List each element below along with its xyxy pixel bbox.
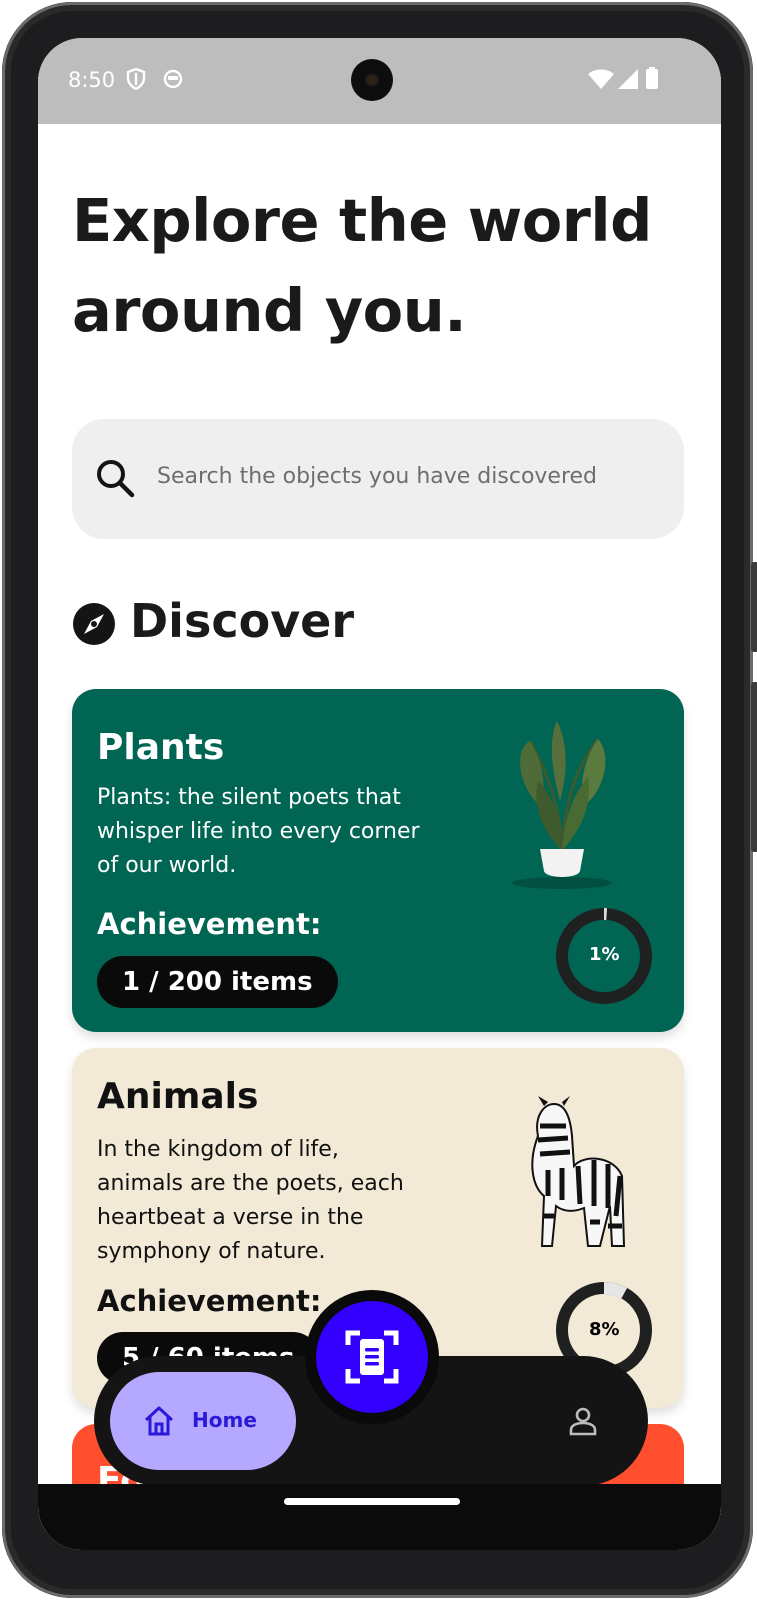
section-title: Discover (130, 594, 355, 648)
progress-percent: 8% (589, 1319, 620, 1340)
shield-icon (126, 68, 146, 90)
gesture-bar-area (38, 1484, 721, 1550)
volume-button (751, 562, 757, 652)
debug-icon (163, 69, 183, 89)
title-line-2: around you. (72, 276, 467, 345)
achievement-label: Achievement: (97, 907, 322, 941)
status-time: 8:50 (68, 68, 116, 92)
card-description: In the kingdom of life, animals are the … (97, 1137, 404, 1264)
title-line-1: Explore the world (72, 186, 652, 255)
cell-signal-icon (618, 69, 638, 89)
plant-image (512, 721, 612, 889)
card-title: Animals (97, 1076, 259, 1117)
card-title: Plants (97, 727, 225, 768)
power-button (751, 682, 757, 852)
search-icon (97, 460, 135, 498)
phone-frame: 8:50 Explore the world around you. Searc… (2, 2, 757, 1598)
home-indicator[interactable] (284, 1498, 460, 1505)
wifi-icon (588, 69, 614, 89)
zebra-image (531, 1096, 626, 1247)
home-icon (144, 1406, 174, 1436)
nav-home-label: Home (192, 1408, 257, 1432)
page-title: Explore the world around you. (72, 176, 692, 356)
compass-icon (73, 603, 115, 645)
achievement-label: Achievement: (97, 1284, 322, 1318)
nav-home-button[interactable]: Home (110, 1372, 296, 1470)
scan-button[interactable] (316, 1301, 428, 1413)
progress-percent: 1% (589, 944, 620, 965)
search-bar[interactable]: Search the objects you have discovered (72, 419, 684, 539)
search-input[interactable]: Search the objects you have discovered (157, 464, 597, 489)
phone-screen: 8:50 Explore the world around you. Searc… (38, 38, 721, 1550)
card-description: Plants: the silent poets that whisper li… (97, 785, 420, 878)
status-bar: 8:50 (38, 38, 721, 124)
front-camera (351, 59, 393, 101)
home-content[interactable]: Explore the world around you. Search the… (38, 124, 721, 1532)
achievement-count: 1 / 200 items (97, 956, 338, 1008)
battery-icon (646, 67, 658, 89)
scan-document-icon (345, 1330, 399, 1384)
profile-icon[interactable] (568, 1406, 598, 1436)
category-card-plants[interactable]: Plants Plants: the silent poets that whi… (72, 689, 684, 1032)
scan-button-outline (305, 1290, 439, 1424)
